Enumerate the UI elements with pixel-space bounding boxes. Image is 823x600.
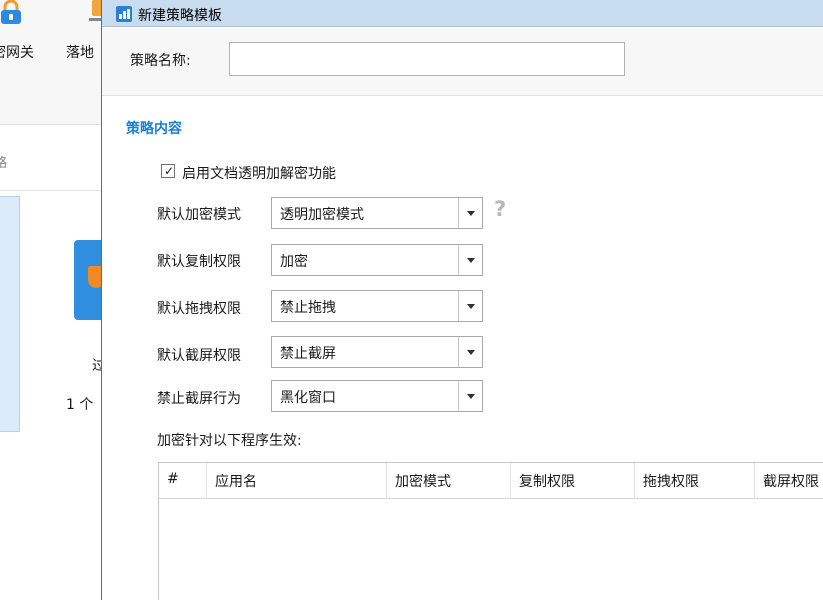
chevron-down-icon[interactable] <box>458 337 482 367</box>
lock-icon <box>1 0 21 24</box>
encryption-mode-value: 透明加密模式 <box>280 207 364 223</box>
background-count-fragment: 1 个 <box>66 397 94 413</box>
new-strategy-dialog: 新建策略模板 策略名称: 策略内容 ✓ 启用文档透明加解密功能 默认加密模式 透… <box>101 0 823 600</box>
column-header-label: 拖拽权限 <box>643 474 699 490</box>
column-header-label: 截屏权限 <box>763 474 819 490</box>
column-header-app-name[interactable]: 应用名 <box>207 463 387 499</box>
column-header-label: 复制权限 <box>519 474 575 490</box>
program-table[interactable]: # 应用名 加密模式 复制权限 拖拽权限 截屏权限 <box>158 462 823 600</box>
encryption-mode-select[interactable]: 透明加密模式 <box>271 197 483 229</box>
copy-permission-label: 默认复制权限 <box>157 254 241 270</box>
column-header-drag-permission[interactable]: 拖拽权限 <box>635 463 755 499</box>
shield-icon <box>74 240 102 320</box>
encryption-mode-label: 默认加密模式 <box>157 207 241 223</box>
name-section: 策略名称: <box>102 28 823 96</box>
toolbar-item-gateway[interactable]: 密网关 <box>0 0 52 80</box>
drag-permission-value: 禁止拖拽 <box>280 300 336 316</box>
chevron-down-icon[interactable] <box>458 198 482 228</box>
copy-permission-select[interactable]: 加密 <box>271 244 483 276</box>
apply-programs-label: 加密针对以下程序生效: <box>157 433 302 449</box>
copy-permission-value: 加密 <box>280 254 308 270</box>
strategy-name-input[interactable] <box>229 42 625 76</box>
table-header: # 应用名 加密模式 复制权限 拖拽权限 截屏权限 <box>159 463 823 499</box>
drag-permission-select[interactable]: 禁止拖拽 <box>271 290 483 322</box>
background-window: 密网关 落地 略 过 1 个 <box>0 0 102 600</box>
screenshot-permission-value: 禁止截屏 <box>280 346 336 362</box>
screenshot-behavior-label: 禁止截屏行为 <box>157 391 241 407</box>
column-header-index[interactable]: # <box>159 463 207 499</box>
chevron-down-icon[interactable] <box>458 381 482 411</box>
column-header-screenshot-permission[interactable]: 截屏权限 <box>755 463 823 499</box>
app-icon <box>116 6 132 22</box>
toolbar-label-gateway: 密网关 <box>0 45 34 61</box>
toolbar-item-landing[interactable]: 落地 <box>62 0 102 80</box>
strategy-name-label: 策略名称: <box>130 53 191 69</box>
column-header-label: # <box>167 471 179 487</box>
column-header-encryption-mode[interactable]: 加密模式 <box>387 463 511 499</box>
toolbar-label-landing: 落地 <box>66 45 94 61</box>
screenshot-behavior-value: 黑化窗口 <box>280 390 336 406</box>
background-toolbar: 密网关 落地 <box>0 0 102 125</box>
chevron-down-icon[interactable] <box>458 291 482 321</box>
column-header-copy-permission[interactable]: 复制权限 <box>511 463 635 499</box>
chevron-down-icon[interactable] <box>458 245 482 275</box>
column-header-label: 加密模式 <box>395 474 451 490</box>
dialog-title: 新建策略模板 <box>138 8 222 24</box>
column-header-label: 应用名 <box>215 474 257 490</box>
enable-encryption-checkbox[interactable]: ✓ <box>161 164 175 178</box>
checkmark-icon: ✓ <box>164 164 175 178</box>
drag-permission-label: 默认拖拽权限 <box>157 301 241 317</box>
screenshot-behavior-select[interactable]: 黑化窗口 <box>271 380 483 412</box>
background-divider <box>0 190 102 191</box>
screenshot-permission-select[interactable]: 禁止截屏 <box>271 336 483 368</box>
screenshot-permission-label: 默认截屏权限 <box>157 348 241 364</box>
enable-encryption-label: 启用文档透明加解密功能 <box>182 166 336 182</box>
background-strategy-label: 略 <box>0 156 8 171</box>
help-icon[interactable]: ? <box>494 197 506 221</box>
background-selected-panel[interactable] <box>0 196 20 432</box>
dialog-titlebar[interactable]: 新建策略模板 <box>102 0 823 27</box>
device-icon <box>89 0 102 21</box>
section-title: 策略内容 <box>126 121 182 137</box>
